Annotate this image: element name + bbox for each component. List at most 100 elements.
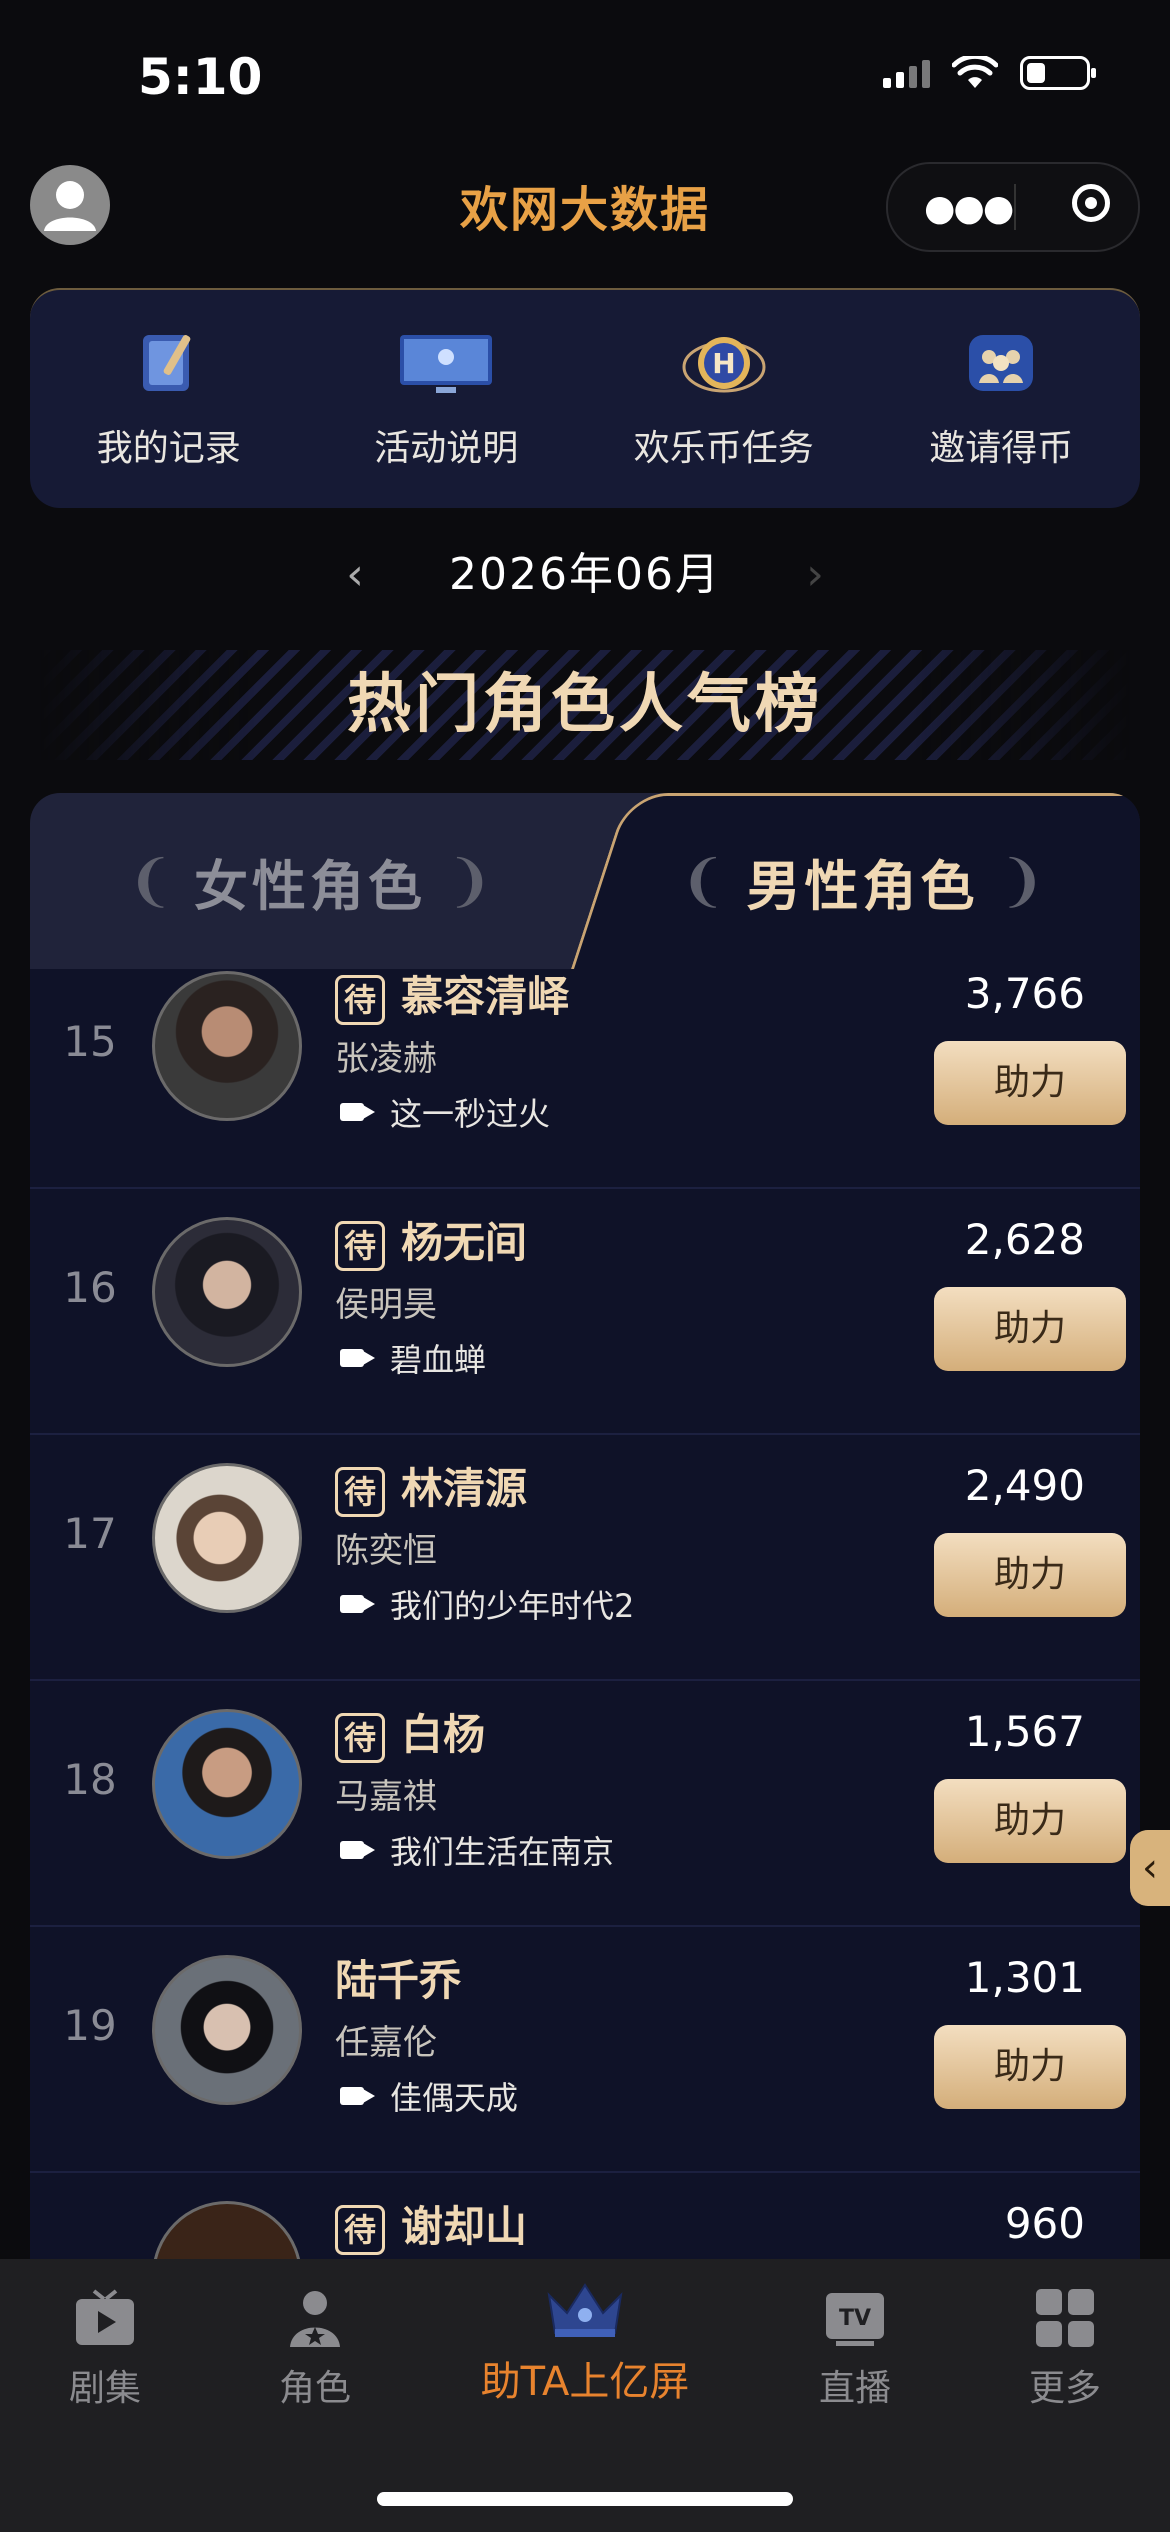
video-camera-icon xyxy=(340,1595,375,1613)
rank-number: 18 xyxy=(63,1755,117,1804)
status-time: 5:10 xyxy=(138,48,263,106)
video-camera-icon xyxy=(340,1349,375,1367)
boost-button[interactable]: 助力 xyxy=(934,2025,1126,2109)
rank-number: 17 xyxy=(63,1509,117,1558)
pending-badge: 待 xyxy=(335,1220,385,1271)
character-avatar[interactable] xyxy=(152,1709,302,1859)
boost-button[interactable]: 助力 xyxy=(934,1533,1126,1617)
rank-number: 19 xyxy=(63,2001,117,2050)
cellular-signal-icon xyxy=(883,58,930,88)
notebook-icon xyxy=(142,335,191,391)
tab-live[interactable]: TV 直播 xyxy=(775,2287,935,2411)
character-avatar[interactable] xyxy=(152,2201,302,2259)
show-line: 我们的少年时代2 xyxy=(340,1581,634,1627)
tab-male-label: 男性角色 xyxy=(746,854,979,918)
month-selector: ‹ 2026年06月 › xyxy=(0,540,1170,610)
actor-name: 马嘉祺 xyxy=(335,1777,437,1817)
ranking-row: 18 待白杨 马嘉祺 我们生活在南京 1,567 助力 xyxy=(30,1679,1140,1927)
vote-count: 1,567 xyxy=(964,1707,1085,1756)
status-icons xyxy=(883,56,1096,90)
tab-more[interactable]: 更多 xyxy=(985,2287,1145,2411)
menu-item-invite[interactable]: 邀请得币 xyxy=(871,327,1131,471)
tab-characters[interactable]: 角色 xyxy=(235,2287,395,2411)
tab-boost-screen[interactable]: 助TA上亿屏 xyxy=(460,2279,710,2407)
vote-count: 3,766 xyxy=(964,969,1085,1018)
side-collapse-tab[interactable]: ‹ xyxy=(1130,1830,1170,1906)
laurel-left-icon: ❨ xyxy=(127,848,174,914)
character-avatar[interactable] xyxy=(152,971,302,1121)
next-month-chevron-icon[interactable]: › xyxy=(795,550,835,600)
tv-play-icon xyxy=(76,2289,134,2345)
svg-text:H: H xyxy=(712,347,735,380)
menu-label: 活动说明 xyxy=(374,428,519,469)
menu-label: 欢乐币任务 xyxy=(633,428,814,469)
character-avatar[interactable] xyxy=(152,1955,302,2105)
laurel-left-icon: ❨ xyxy=(679,848,727,914)
character-name: 陆千乔 xyxy=(335,1956,462,2005)
ranking-title: 热门角色人气榜 xyxy=(347,668,823,742)
gender-tabs: ❨ 女性角色 ❩ ❨ 男性角色 ❩ xyxy=(30,793,1140,969)
character-name: 慕容清峄 xyxy=(401,972,570,1021)
laurel-right-icon: ❩ xyxy=(446,848,493,914)
grid-icon xyxy=(1036,2289,1094,2347)
people-group-icon xyxy=(969,335,1034,391)
mini-program-capsule: ●●● xyxy=(886,162,1140,252)
more-dots-icon[interactable]: ●●● xyxy=(924,188,1014,229)
ranking-row: 19 陆千乔 任嘉伦 佳偶天成 1,301 助力 xyxy=(30,1925,1140,2173)
prev-month-chevron-icon[interactable]: ‹ xyxy=(335,550,375,600)
actor-name: 任嘉伦 xyxy=(335,2023,437,2063)
show-line: 我们生活在南京 xyxy=(340,1827,614,1873)
status-bar: 5:10 xyxy=(0,0,1170,150)
tab-female[interactable]: ❨ 女性角色 ❩ xyxy=(30,793,590,969)
menu-label: 邀请得币 xyxy=(929,428,1074,469)
show-line: 佳偶天成 xyxy=(340,2073,518,2119)
ranking-row: 16 待杨无间 侯明昊 碧血蝉 2,628 助力 xyxy=(30,1187,1140,1435)
menu-item-rules[interactable]: 活动说明 xyxy=(316,327,576,471)
show-line: 碧血蝉 xyxy=(340,1335,486,1381)
coin-h-icon: H xyxy=(682,337,766,393)
pending-badge: 待 xyxy=(335,2204,385,2255)
character-name: 白杨 xyxy=(401,1710,486,1759)
boost-button[interactable]: 助力 xyxy=(934,1779,1126,1863)
character-name-line: 待谢却山 xyxy=(335,2193,527,2255)
menu-item-records[interactable]: 我的记录 xyxy=(39,327,299,471)
show-title: 这一秒过火 xyxy=(390,1095,551,1133)
boost-button[interactable]: 助力 xyxy=(934,1041,1126,1125)
character-avatar[interactable] xyxy=(152,1463,302,1613)
vote-count: 2,490 xyxy=(964,1461,1085,1510)
character-avatar[interactable] xyxy=(152,1217,302,1367)
ranking-row: 15 待慕容清峄 张凌赫 这一秒过火 3,766 助力 xyxy=(30,969,1140,1189)
menu-item-coin-tasks[interactable]: H 欢乐币任务 xyxy=(594,327,854,471)
ranking-list: 15 待慕容清峄 张凌赫 这一秒过火 3,766 助力 16 待杨无间 侯明昊 … xyxy=(30,969,1140,2259)
character-name-line: 待林清源 xyxy=(335,1455,527,1517)
vote-count: 2,628 xyxy=(964,1215,1085,1264)
show-title: 碧血蝉 xyxy=(390,1341,487,1379)
tab-series[interactable]: 剧集 xyxy=(25,2287,185,2411)
person-star-icon xyxy=(290,2291,340,2347)
actor-name: 张凌赫 xyxy=(335,1039,437,1079)
svg-text:TV: TV xyxy=(839,2306,871,2331)
character-name-line: 待杨无间 xyxy=(335,1209,527,1271)
show-line: 这一秒过火 xyxy=(340,1089,550,1135)
rank-number: 15 xyxy=(63,1017,117,1066)
app-header: 欢网大数据 ●●● xyxy=(0,150,1170,280)
wifi-icon xyxy=(952,56,998,88)
video-camera-icon xyxy=(340,1103,375,1121)
tab-female-label: 女性角色 xyxy=(194,854,426,918)
ranking-row: 17 待林清源 陈奕恒 我们的少年时代2 2,490 助力 xyxy=(30,1433,1140,1681)
boost-button[interactable]: 助力 xyxy=(934,1287,1126,1371)
month-label: 2026年06月 xyxy=(449,549,721,600)
capsule-divider xyxy=(1014,184,1016,230)
tv-live-icon: TV xyxy=(826,2293,884,2346)
pending-badge: 待 xyxy=(335,1466,385,1517)
tab-label: 直播 xyxy=(818,2368,891,2409)
rank-number: 16 xyxy=(63,1263,117,1312)
video-camera-icon xyxy=(340,2087,375,2105)
tab-male[interactable]: ❨ 男性角色 ❩ xyxy=(585,793,1140,969)
close-target-icon[interactable] xyxy=(1072,184,1110,222)
show-title: 我们生活在南京 xyxy=(390,1833,615,1871)
crown-icon xyxy=(547,2283,623,2337)
actor-name: 陈奕恒 xyxy=(335,1531,437,1571)
video-camera-icon xyxy=(340,1841,375,1859)
laurel-right-icon: ❩ xyxy=(998,848,1046,914)
